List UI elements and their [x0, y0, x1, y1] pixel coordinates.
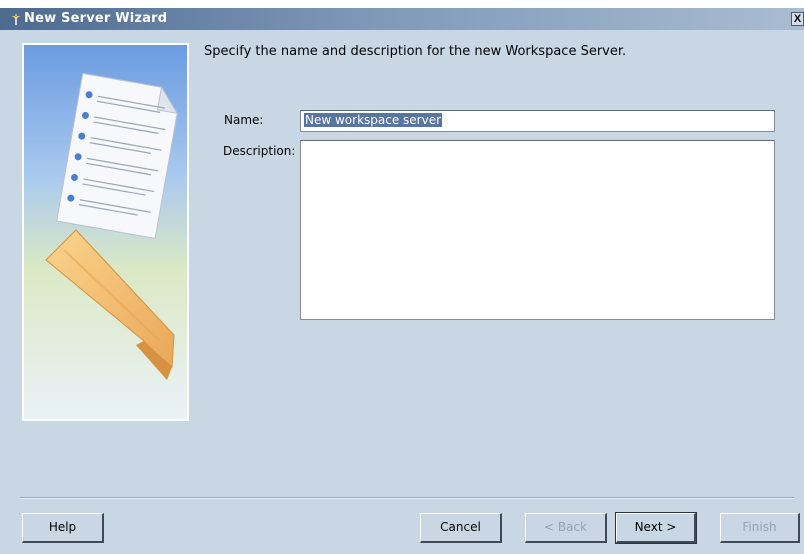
wizard-window: New Server Wizard X Specify the name and… — [0, 8, 804, 554]
close-button[interactable]: X — [791, 12, 804, 26]
wizard-illustration — [22, 43, 189, 421]
wizard-wand-icon — [12, 13, 20, 25]
description-label: Description: — [223, 144, 296, 158]
back-button[interactable]: < Back — [525, 513, 607, 543]
document-ribbon-icon — [24, 45, 187, 419]
title-bar[interactable]: New Server Wizard X — [0, 8, 804, 30]
window-title: New Server Wizard — [24, 11, 168, 26]
cancel-button[interactable]: Cancel — [420, 513, 502, 543]
name-field-value: New workspace server — [304, 113, 443, 127]
name-field[interactable]: New workspace server — [300, 110, 775, 132]
next-button[interactable]: Next > — [616, 513, 696, 543]
footer-separator — [20, 497, 794, 499]
name-label: Name: — [224, 113, 264, 127]
finish-button[interactable]: Finish — [720, 513, 800, 543]
instruction-text: Specify the name and description for the… — [204, 44, 627, 59]
help-button[interactable]: Help — [22, 513, 104, 543]
description-field[interactable] — [300, 140, 775, 320]
